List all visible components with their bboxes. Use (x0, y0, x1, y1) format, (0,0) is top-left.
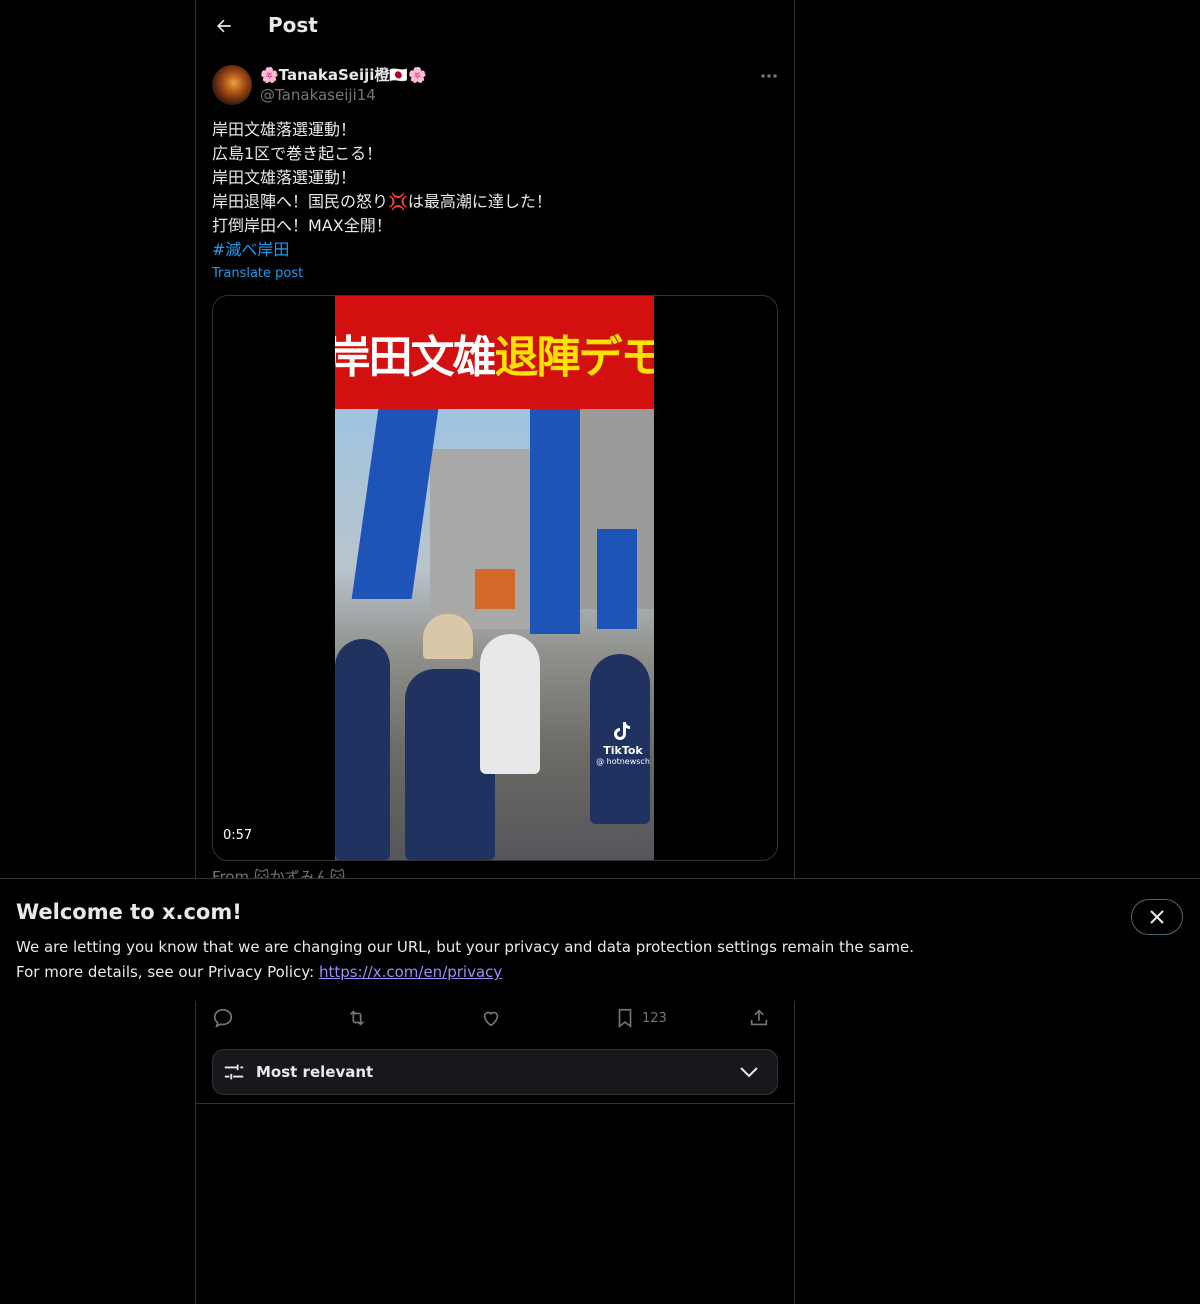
welcome-title: Welcome to x.com! (16, 900, 242, 924)
welcome-line-2-prefix: For more details, see our Privacy Policy… (16, 963, 319, 981)
back-arrow-icon (217, 19, 231, 33)
translate-post-link[interactable]: Translate post (212, 266, 303, 281)
tweet-text: 岸田文雄落選運動！ 広島1区で巻き起こる！ 岸田文雄落選運動！ 岸田退陣へ！国民… (212, 118, 772, 262)
welcome-line-2: For more details, see our Privacy Policy… (16, 960, 914, 985)
divider (196, 1103, 794, 1104)
tiktok-icon (614, 722, 630, 740)
close-icon (1150, 910, 1164, 924)
like-button[interactable] (480, 1004, 502, 1032)
main-column: Post 🌸TanakaSeiji橙🇯🇵🌸 @Tanakaseiji14 岸田文… (195, 0, 795, 1304)
tweet-line: 岸田文雄落選運動！ (212, 120, 357, 139)
bookmark-button[interactable]: 123 (614, 1004, 667, 1032)
bookmark-icon (618, 1008, 632, 1028)
tweet-line: 岸田文雄落選運動！ (212, 168, 357, 187)
close-button[interactable] (1131, 899, 1183, 935)
action-bar: 123 (212, 1004, 776, 1032)
banner-text-white: 岸田文雄 (335, 331, 497, 383)
privacy-policy-link[interactable]: https://x.com/en/privacy (319, 963, 502, 981)
video-player[interactable]: 岸田文雄 退陣デモ TikTok @ hotnewsch 0:57 (212, 295, 778, 861)
avatar[interactable] (212, 65, 252, 105)
reply-icon (213, 1008, 233, 1028)
hashtag-link[interactable]: #滅べ岸田 (212, 238, 772, 262)
bookmark-count: 123 (642, 1010, 667, 1026)
page-title: Post (268, 13, 318, 37)
welcome-body: We are letting you know that we are chan… (16, 935, 914, 985)
video-duration: 0:57 (223, 828, 253, 843)
video-thumbnail: 岸田文雄 退陣デモ TikTok @ hotnewsch (335, 296, 654, 860)
author-handle[interactable]: @Tanakaseiji14 (260, 86, 376, 104)
tweet-line: 広島1区で巻き起こる！ (212, 144, 383, 163)
sort-label: Most relevant (256, 1063, 374, 1081)
protest-scene (335, 409, 654, 860)
back-button[interactable] (212, 14, 236, 38)
tiktok-handle: @ hotnewsch (596, 757, 650, 766)
tweet-line: 打倒岸田へ！MAX全開！ (212, 216, 392, 235)
welcome-line-1: We are letting you know that we are chan… (16, 938, 915, 956)
like-icon (483, 1011, 499, 1027)
reply-button[interactable] (212, 1004, 234, 1032)
more-options-button[interactable] (758, 66, 780, 86)
tiktok-brand: TikTok (603, 744, 643, 757)
chevron-down-icon (740, 1067, 758, 1078)
repost-icon (349, 1010, 365, 1026)
sort-settings-icon (224, 1064, 244, 1080)
sort-replies-dropdown[interactable]: Most relevant (212, 1049, 778, 1095)
author-display-name[interactable]: 🌸TanakaSeiji橙🇯🇵🌸 (260, 64, 427, 85)
repost-button[interactable] (346, 1004, 368, 1032)
top-bar: Post (196, 0, 794, 54)
video-banner: 岸田文雄 退陣デモ (335, 296, 654, 409)
welcome-banner: Welcome to x.com! We are letting you kno… (0, 878, 1200, 1001)
tweet-line: 岸田退陣へ！国民の怒り💢は最高潮に達した！ (212, 192, 552, 211)
share-button[interactable] (748, 1004, 770, 1032)
share-icon (750, 1009, 768, 1026)
more-icon (761, 74, 777, 78)
banner-text-yellow: 退陣デモ (494, 331, 655, 383)
tiktok-watermark: TikTok @ hotnewsch (593, 721, 653, 766)
